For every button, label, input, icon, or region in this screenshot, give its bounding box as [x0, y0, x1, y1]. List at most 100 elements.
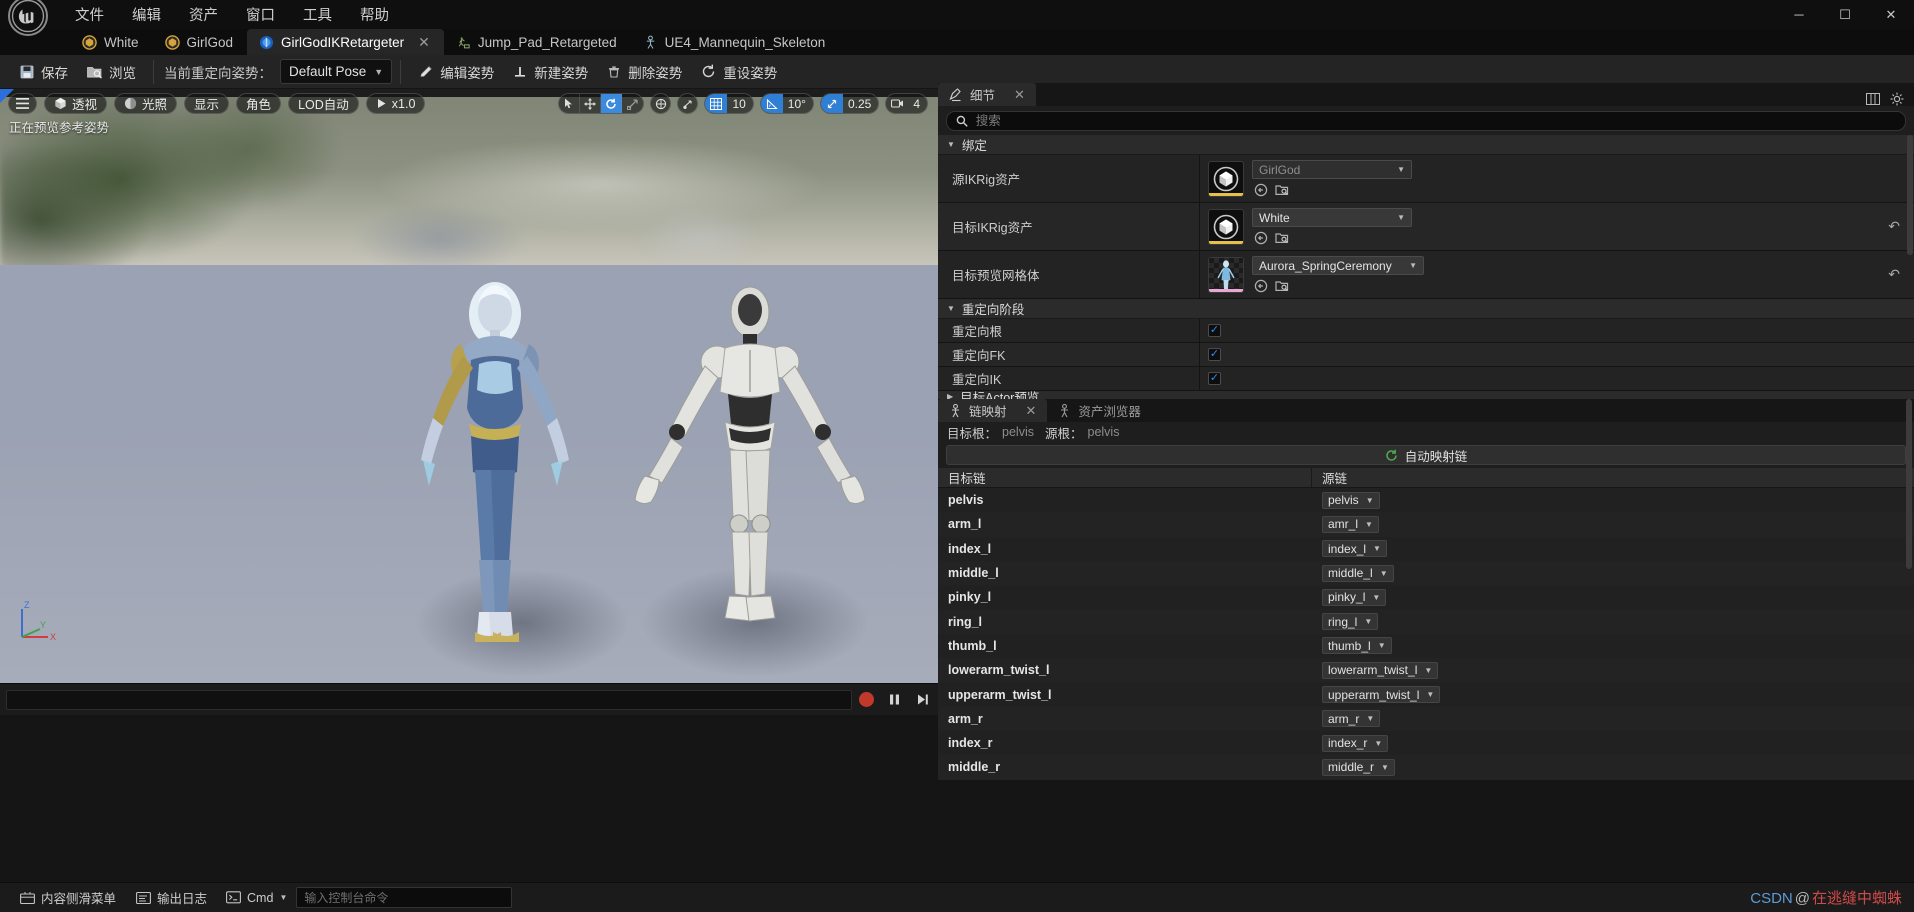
chain-source-select[interactable]: arm_r ▼	[1322, 710, 1381, 728]
grid-snap-control[interactable]: 10	[704, 93, 754, 114]
tab-girlgod[interactable]: GirlGod	[153, 29, 248, 55]
angle-snap-control[interactable]: 10°	[759, 93, 814, 114]
menu-tools[interactable]: 工具	[290, 0, 345, 29]
step-forward-button[interactable]	[910, 688, 934, 712]
chain-row[interactable]: index_l index_l ▼	[938, 536, 1914, 561]
maximize-button[interactable]: ☐	[1822, 0, 1868, 29]
revert-to-default-icon[interactable]: ↶	[1888, 218, 1906, 235]
chain-row[interactable]: arm_l amr_l ▼	[938, 512, 1914, 537]
use-selected-icon[interactable]	[1254, 279, 1268, 293]
rotate-icon[interactable]	[601, 94, 623, 113]
chain-row[interactable]: middle_l middle_l ▼	[938, 560, 1914, 586]
show-button[interactable]: 显示	[184, 93, 230, 114]
menu-window[interactable]: 窗口	[233, 0, 288, 29]
details-search-bar[interactable]	[946, 111, 1906, 131]
chain-source-select[interactable]: middle_l ▼	[1322, 564, 1394, 582]
retarget-fk-checkbox[interactable]: ✓	[1208, 348, 1221, 361]
angle-snap-icon[interactable]	[760, 94, 783, 113]
chain-source-select[interactable]: index_l ▼	[1322, 540, 1387, 558]
tab-girlgodikretargeter[interactable]: GirlGodIKRetargeter ✕	[247, 29, 444, 55]
chain-row[interactable]: pelvis pelvis ▼	[938, 488, 1914, 513]
target-preview-mesh-select[interactable]: Aurora_SpringCeremony ▼	[1252, 256, 1424, 275]
details-search-input[interactable]	[975, 114, 1896, 128]
chain-row[interactable]: upperarm_twist_l upperarm_twist_l ▼	[938, 682, 1914, 707]
delete-pose-button[interactable]: 删除姿势	[597, 58, 691, 86]
grid-snap-icon[interactable]	[705, 94, 728, 113]
camera-speed-value[interactable]: 4	[908, 97, 927, 111]
viewport-menu-button[interactable]	[8, 93, 37, 114]
tab-chain-mapping[interactable]: 链映射 ✕	[938, 399, 1048, 422]
angle-snap-value[interactable]: 10°	[783, 97, 813, 111]
chain-row[interactable]: arm_r arm_r ▼	[938, 706, 1914, 731]
minimize-button[interactable]: ─	[1776, 0, 1822, 29]
close-icon[interactable]: ✕	[418, 34, 430, 51]
chain-source-select[interactable]: ring_l ▼	[1322, 613, 1379, 631]
surface-snap-icon[interactable]	[677, 93, 699, 114]
tab-details[interactable]: 细节 ✕	[938, 83, 1036, 106]
play-rate-button[interactable]: x1.0	[365, 93, 426, 114]
chain-source-select[interactable]: upperarm_twist_l ▼	[1322, 686, 1441, 704]
browse-to-asset-icon[interactable]	[1275, 183, 1289, 197]
column-header-source[interactable]: 源链	[1312, 468, 1914, 487]
chain-scrollbar[interactable]	[1906, 399, 1912, 569]
retarget-ik-checkbox[interactable]: ✓	[1208, 372, 1221, 385]
use-selected-icon[interactable]	[1254, 231, 1268, 245]
lod-button[interactable]: LOD自动	[288, 93, 359, 114]
camera-speed-control[interactable]: 4	[885, 93, 928, 114]
target-preview-mesh-thumbnail[interactable]	[1208, 256, 1244, 293]
chain-row[interactable]: pinky_l pinky_l ▼	[938, 585, 1914, 610]
gear-icon[interactable]	[1890, 92, 1904, 106]
chain-source-select[interactable]: lowerarm_twist_l ▼	[1322, 661, 1439, 679]
camera-icon[interactable]	[886, 94, 908, 113]
source-ikrig-thumbnail[interactable]	[1208, 160, 1244, 197]
reset-pose-button[interactable]: 重设姿势	[691, 58, 786, 86]
console-command-input[interactable]	[296, 887, 513, 908]
close-icon[interactable]: ✕	[1014, 87, 1025, 103]
perspective-button[interactable]: 透视	[44, 93, 108, 114]
chain-row[interactable]: ring_l ring_l ▼	[938, 609, 1914, 634]
chain-source-select[interactable]: pinky_l ▼	[1322, 588, 1387, 606]
retarget-root-checkbox[interactable]: ✓	[1208, 324, 1221, 337]
tab-white[interactable]: White	[70, 29, 153, 55]
chain-row[interactable]: lowerarm_twist_l lowerarm_twist_l ▼	[938, 658, 1914, 683]
browse-to-asset-icon[interactable]	[1275, 279, 1289, 293]
use-selected-icon[interactable]	[1254, 183, 1268, 197]
character-button[interactable]: 角色	[236, 93, 282, 114]
target-ikrig-thumbnail[interactable]	[1208, 208, 1244, 245]
menu-file[interactable]: 文件	[62, 0, 117, 29]
chain-row[interactable]: index_r index_r ▼	[938, 730, 1914, 756]
tab-ue4-mannequin-skeleton[interactable]: UE4_Mannequin_Skeleton	[631, 29, 840, 55]
select-icon[interactable]	[559, 94, 581, 113]
content-drawer-button[interactable]: 内容侧滑菜单	[10, 887, 126, 909]
timeline-track[interactable]	[6, 689, 852, 710]
scale-snap-value[interactable]: 0.25	[843, 97, 878, 111]
tab-asset-browser[interactable]: 资产浏览器	[1047, 399, 1152, 422]
tab-jump-pad-retargeted[interactable]: Jump_Pad_Retargeted	[444, 29, 631, 55]
chain-row[interactable]: thumb_l thumb_l ▼	[938, 633, 1914, 659]
preview-viewport[interactable]: 透视 光照 显示 角色 LOD自动 x1.0 10 10° 0.25 4 正在预…	[0, 89, 938, 683]
browse-to-asset-icon[interactable]	[1275, 231, 1289, 245]
menu-help[interactable]: 帮助	[347, 0, 402, 29]
columns-icon[interactable]	[1866, 92, 1880, 106]
target-ikrig-select[interactable]: White ▼	[1252, 208, 1412, 227]
chain-source-select[interactable]: middle_r ▼	[1322, 758, 1395, 776]
scale-snap-icon[interactable]	[820, 94, 843, 113]
cmd-selector[interactable]: Cmd ▼	[217, 887, 296, 909]
save-button[interactable]: 保存	[10, 58, 77, 86]
menu-assets[interactable]: 资产	[176, 0, 231, 29]
details-scrollbar[interactable]	[1907, 135, 1913, 255]
record-button[interactable]	[854, 688, 878, 712]
menu-edit[interactable]: 编辑	[119, 0, 174, 29]
chain-source-select[interactable]: pelvis ▼	[1322, 491, 1380, 509]
source-ikrig-select[interactable]: GirlGod ▼	[1252, 160, 1412, 179]
section-header-binding[interactable]: ▼ 绑定	[938, 135, 1914, 155]
chain-source-select[interactable]: amr_l ▼	[1322, 515, 1379, 533]
move-icon[interactable]	[580, 94, 602, 113]
edit-pose-button[interactable]: 编辑姿势	[409, 58, 503, 86]
pose-select[interactable]: Default Pose ▼	[280, 59, 393, 84]
new-pose-button[interactable]: 新建姿势	[503, 58, 597, 86]
grid-snap-value[interactable]: 10	[727, 97, 752, 111]
revert-to-default-icon[interactable]: ↶	[1888, 266, 1906, 283]
chain-row[interactable]: middle_r middle_r ▼	[938, 755, 1914, 780]
chain-source-select[interactable]: thumb_l ▼	[1322, 637, 1392, 655]
